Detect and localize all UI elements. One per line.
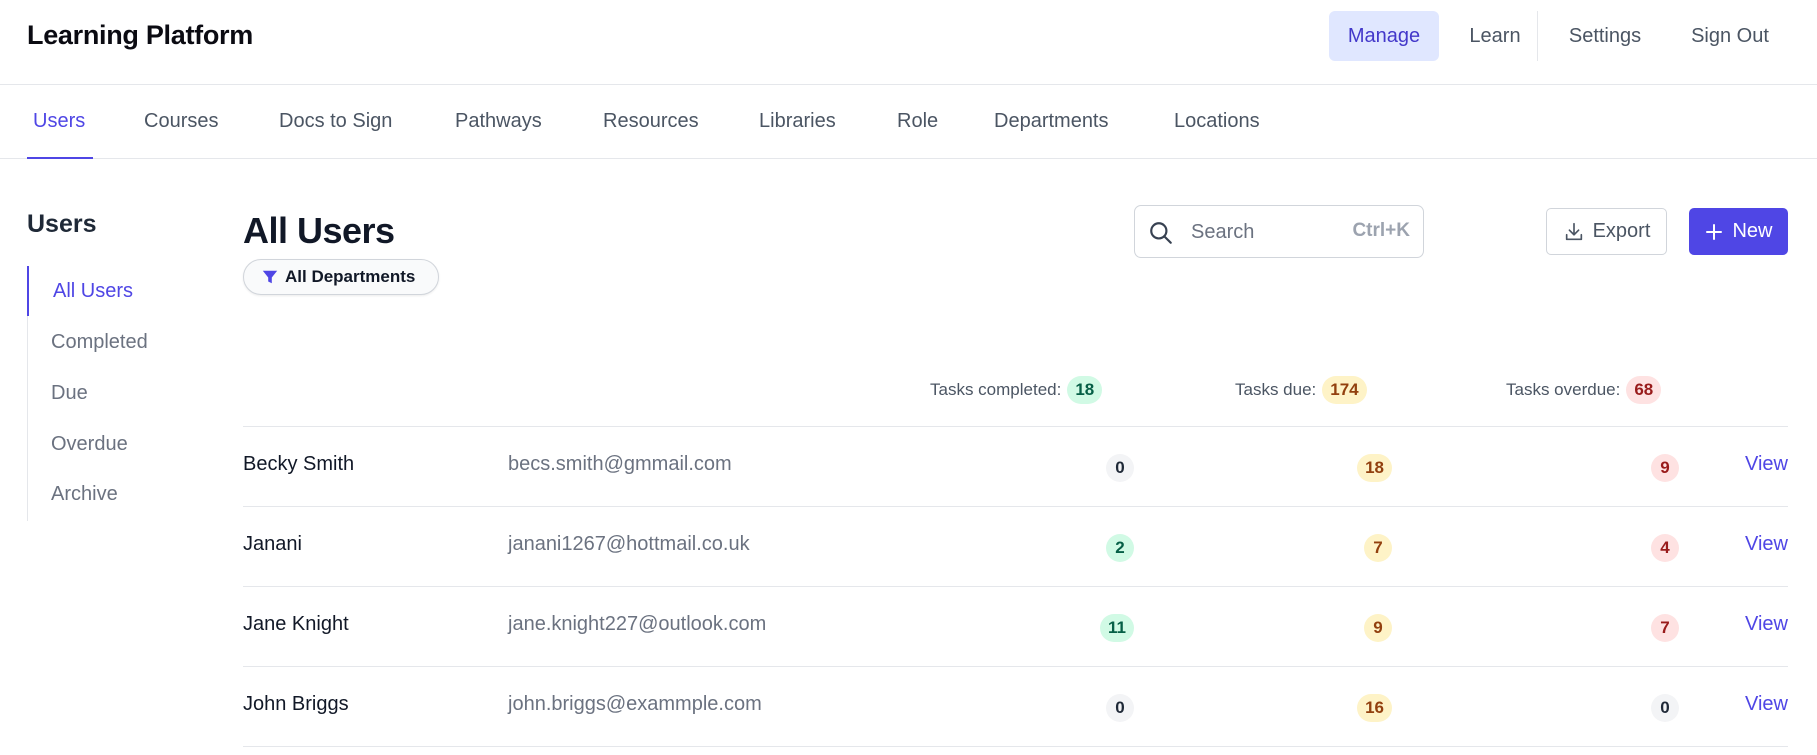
summary-overdue-badge: 68 — [1626, 376, 1662, 404]
overdue-badge: 4 — [1651, 534, 1679, 562]
tab-pathways[interactable]: Pathways — [455, 86, 542, 159]
due-badge: 16 — [1357, 694, 1392, 722]
user-email: john.briggs@exammple.com — [508, 693, 762, 715]
overdue-badge: 9 — [1651, 454, 1679, 482]
tab-resources[interactable]: Resources — [603, 86, 699, 159]
user-email: jane.knight227@outlook.com — [508, 613, 767, 635]
user-name: Janani — [243, 533, 302, 555]
summary-due-badge: 174 — [1322, 376, 1367, 404]
summary-completed-badge: 18 — [1067, 376, 1103, 404]
tab-docs-to-sign[interactable]: Docs to Sign — [279, 86, 392, 159]
tab-users[interactable]: Users — [27, 86, 93, 159]
user-name: Becky Smith — [243, 453, 355, 475]
top-nav: Manage Learn Settings Sign Out — [0, 11, 1817, 61]
sidebar-item-archive[interactable]: Archive — [28, 469, 208, 519]
view-link[interactable]: View — [1745, 693, 1788, 716]
sidebar-item-all-users[interactable]: All Users — [27, 266, 207, 316]
sidebar-item-completed[interactable]: Completed — [28, 317, 208, 367]
export-button[interactable]: Export — [1546, 208, 1667, 255]
sidebar-item-due[interactable]: Due — [28, 368, 208, 418]
table-row: Jane Knight jane.knight227@outlook.com 1… — [243, 587, 1788, 667]
users-table: Becky Smith becs.smith@gmmail.com 0 18 9… — [243, 427, 1788, 747]
summary-overdue: Tasks overdue: 68 — [1506, 376, 1662, 404]
tab-locations[interactable]: Locations — [1174, 86, 1260, 159]
top-bar: Learning Platform Manage Learn Settings … — [0, 0, 1817, 85]
nav-sign-out[interactable]: Sign Out — [1675, 11, 1785, 61]
search-input[interactable] — [1191, 218, 1341, 246]
nav-manage[interactable]: Manage — [1329, 11, 1439, 61]
view-link[interactable]: View — [1745, 453, 1788, 476]
search-box[interactable]: Ctrl+K — [1134, 205, 1424, 258]
tab-role[interactable]: Role — [897, 86, 938, 159]
export-label: Export — [1592, 220, 1651, 242]
view-link[interactable]: View — [1745, 533, 1788, 556]
summary-due-label: Tasks due: — [1235, 380, 1317, 399]
tab-libraries[interactable]: Libraries — [759, 86, 836, 159]
due-badge: 7 — [1364, 534, 1392, 562]
page-title: All Users — [243, 210, 395, 251]
view-link[interactable]: View — [1745, 613, 1788, 636]
section-tabs: Users Courses Docs to Sign Pathways Reso… — [0, 86, 1817, 159]
download-icon — [1565, 222, 1582, 240]
nav-divider — [1537, 11, 1538, 61]
sidebar-menu: All Users Completed Due Overdue Archive — [27, 266, 207, 521]
table-row: Janani janani1267@hottmail.co.uk 2 7 4 V… — [243, 507, 1788, 587]
user-name: John Briggs — [243, 693, 349, 715]
search-icon — [1150, 222, 1172, 244]
overdue-badge: 7 — [1651, 614, 1679, 642]
table-row: Becky Smith becs.smith@gmmail.com 0 18 9… — [243, 427, 1788, 507]
tab-departments[interactable]: Departments — [994, 86, 1109, 159]
completed-badge: 11 — [1100, 614, 1134, 642]
nav-learn[interactable]: Learn — [1456, 11, 1534, 61]
new-user-button[interactable]: New — [1689, 208, 1788, 255]
user-email: janani1267@hottmail.co.uk — [508, 533, 750, 555]
task-summary: Tasks completed: 18 Tasks due: 174 Tasks… — [243, 370, 1788, 427]
new-label: New — [1732, 220, 1773, 242]
filter-icon — [262, 270, 278, 284]
table-row: John Briggs john.briggs@exammple.com 0 1… — [243, 667, 1788, 747]
overdue-badge: 0 — [1651, 694, 1679, 722]
department-filter-button[interactable]: All Departments — [243, 259, 439, 295]
user-name: Jane Knight — [243, 613, 349, 635]
summary-completed-label: Tasks completed: — [930, 380, 1062, 399]
summary-overdue-label: Tasks overdue: — [1506, 380, 1621, 399]
summary-completed: Tasks completed: 18 — [930, 376, 1103, 404]
department-filter-label: All Departments — [285, 267, 416, 286]
due-badge: 18 — [1357, 454, 1392, 482]
user-email: becs.smith@gmmail.com — [508, 453, 732, 475]
summary-due: Tasks due: 174 — [1235, 376, 1367, 404]
plus-icon — [1706, 223, 1723, 240]
tab-courses[interactable]: Courses — [144, 86, 218, 159]
nav-settings[interactable]: Settings — [1553, 11, 1657, 61]
sidebar-title: Users — [27, 210, 97, 238]
completed-badge: 0 — [1106, 454, 1134, 482]
due-badge: 9 — [1364, 614, 1392, 642]
completed-badge: 2 — [1106, 534, 1134, 562]
sidebar-item-overdue[interactable]: Overdue — [28, 419, 208, 469]
completed-badge: 0 — [1106, 694, 1134, 722]
search-shortcut-hint: Ctrl+K — [1352, 220, 1410, 241]
